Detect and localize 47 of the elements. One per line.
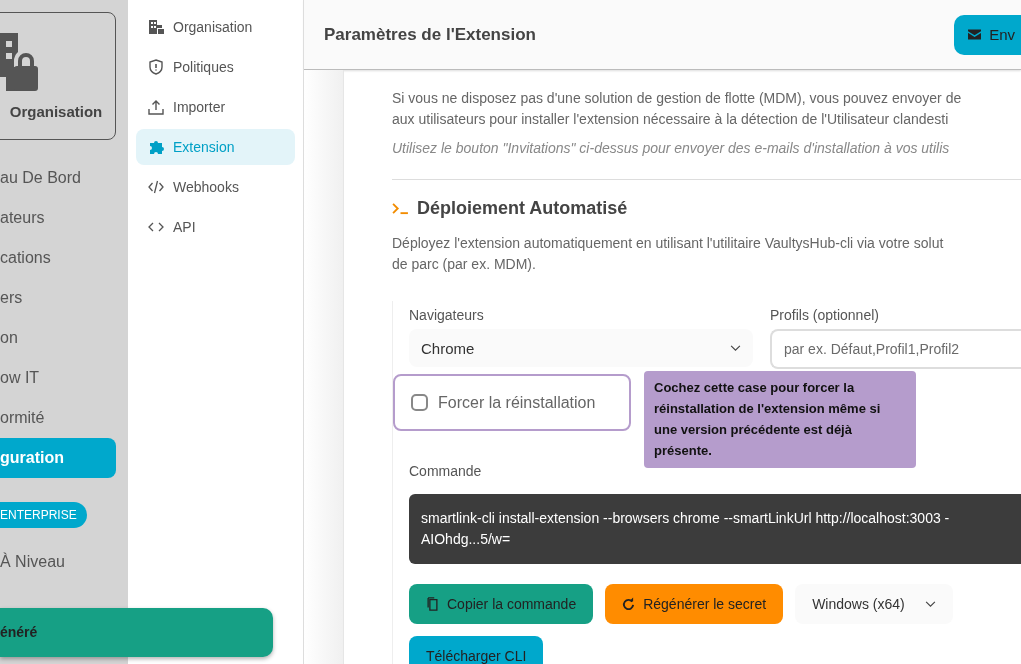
nav-item[interactable]: on [0,318,128,358]
building-icon [148,19,164,35]
plan-badge: ENTERPRISE [0,502,87,528]
upgrade-link[interactable]: À Niveau [0,542,128,582]
copy-button[interactable]: Copier la commande [409,584,594,624]
organisation-card[interactable]: Organisation [0,12,116,140]
profiles-field[interactable]: par ex. Défaut,Profil1,Profil2 [770,329,1021,369]
envelope-icon [968,29,982,40]
shield-icon [148,59,164,75]
puzzle-icon [148,139,164,155]
refresh-icon [622,597,636,611]
checkbox[interactable] [411,394,428,411]
field-label: Navigateurs [409,307,485,323]
tooltip: Cochez cette case pour forcer la réinstallation de l'extension même si une version précédente est déjà présente. [644,371,916,468]
field-label: Profils (optionnel) [770,307,880,323]
chevron-icon [924,600,936,608]
nav-item[interactable]: ow IT [0,358,128,398]
nav-item[interactable]: au De Bord [0,158,128,198]
platform-select[interactable]: Windows (x64) [795,584,953,624]
toast: énéré [0,608,273,657]
settings-tab[interactable]: Politiques [136,49,295,85]
checkbox-label: Forcer la réinstallation [438,393,596,412]
download-button[interactable]: Télécharger CLI [409,636,544,664]
terminal-icon [392,202,409,215]
reinstall-option[interactable]: Forcer la réinstallation [393,374,631,431]
chevron-icon [730,344,741,352]
page-title: Paramètres de l'Extension [324,24,536,45]
settings-tab[interactable]: Organisation [136,9,295,45]
settings-tab[interactable]: Webhooks [136,169,295,205]
settings-tab[interactable]: API [136,209,295,245]
hint-text: Utilisez le bouton "Invitations" ci-dessus pour envoyer des e-mails d'installation à vos utilis [392,140,951,156]
nav-item[interactable]: ateurs [0,198,128,238]
settings-tab[interactable]: Importer [136,89,295,125]
command-text: smartlink-cli install-extension --browsers chrome --smartLinkUrl http://localhost:3003 - AIOhdg...5/w= [409,494,1021,564]
code-slash-icon [148,179,164,195]
section-title: Déploiement Automatisé [417,198,628,219]
nav-item[interactable]: ormité [0,398,128,438]
nav-item[interactable]: cations [0,238,128,278]
regenerate-button[interactable]: Régénérer le secret [605,584,784,624]
intro-text: Si vous ne disposez pas d'une solution de gestion de flotte (MDM), vous pouvez envoyer de aux utilisateurs pour installer l'extension nécessaire à la détection de l'Utilisateur clandesti [392,89,963,129]
copy-icon [426,597,439,611]
send-button[interactable]: Env [954,14,1021,55]
upload-icon [148,99,164,115]
nav-item[interactable]: ers [0,278,128,318]
field-label: Commande [409,463,482,479]
section-text: Déployez l'extension automatiquement en utilisant l'utilitaire VaultysHub-cli via votre solut de parc (par ex. MDM). [392,234,945,274]
browser-select[interactable]: Chrome [409,329,753,367]
